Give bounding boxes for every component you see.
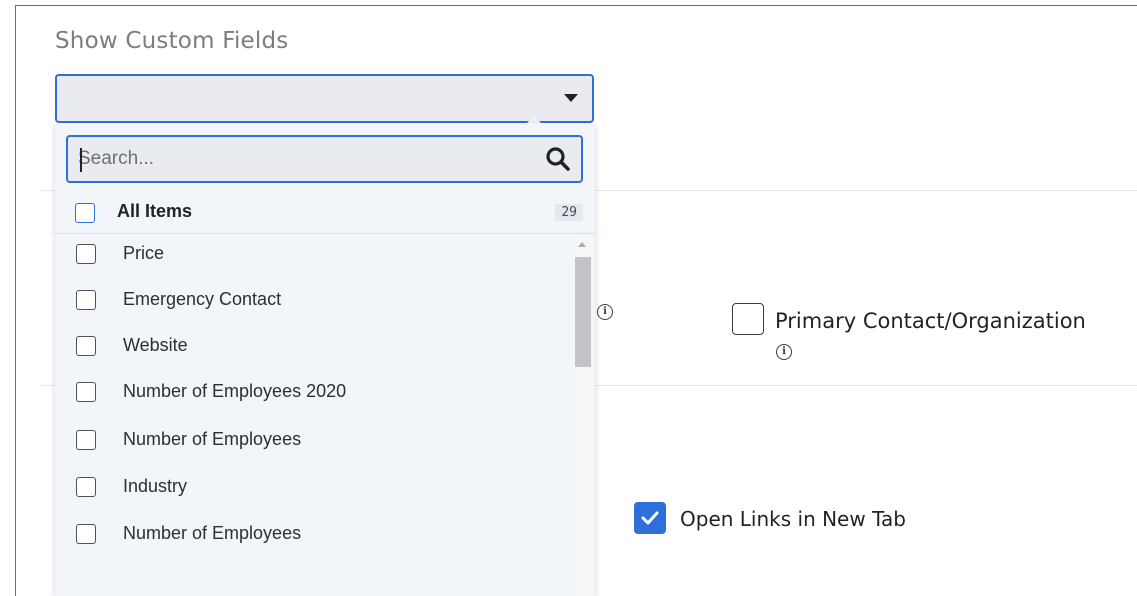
custom-fields-select[interactable]	[55, 74, 594, 123]
item-label: Number of Employees 2020	[123, 381, 347, 401]
item-checkbox[interactable]	[76, 336, 96, 356]
primary-contact-label: Primary Contact/Organization	[775, 309, 1086, 333]
primary-contact-checkbox[interactable]	[732, 303, 764, 335]
item-checkbox[interactable]	[76, 244, 96, 264]
check-icon	[641, 511, 659, 525]
info-icon[interactable]: i	[597, 304, 613, 320]
open-links-checkbox[interactable]	[634, 502, 666, 534]
scrollbar-thumb[interactable]	[575, 257, 591, 367]
list-scrollbar[interactable]	[571, 235, 595, 596]
item-label: Number of Employees	[123, 523, 302, 543]
dropdown-search[interactable]	[66, 135, 583, 183]
list-item[interactable]: Number of Employees 2020	[55, 373, 571, 419]
item-label: Website	[123, 335, 188, 355]
all-items-label: All Items	[117, 201, 193, 221]
list-item[interactable]: Industry	[55, 468, 571, 514]
show-custom-fields-label: Show Custom Fields	[55, 28, 289, 54]
list-item[interactable]: Number of Employees	[55, 515, 571, 561]
item-label: Price	[123, 243, 165, 263]
list-item[interactable]: Price	[55, 235, 571, 281]
item-checkbox[interactable]	[76, 477, 96, 497]
all-items-checkbox[interactable]	[75, 203, 95, 223]
field-options-list: Price Emergency Contact Website Number o…	[55, 235, 571, 596]
count-badge: 29	[555, 204, 583, 221]
item-label: Emergency Contact	[123, 289, 282, 309]
panel-frame: Show Custom Fields i Primary Contact/Org…	[15, 5, 1137, 596]
item-checkbox[interactable]	[76, 430, 96, 450]
text-cursor	[80, 148, 82, 172]
item-checkbox[interactable]	[76, 524, 96, 544]
custom-fields-dropdown: All Items 29 Price Emergency Contact Web…	[55, 123, 595, 596]
list-item[interactable]: Emergency Contact	[55, 281, 571, 327]
open-links-label: Open Links in New Tab	[680, 507, 906, 531]
item-label: Industry	[123, 476, 188, 496]
info-icon[interactable]: i	[776, 344, 792, 360]
scroll-up-arrow-icon[interactable]	[578, 242, 586, 247]
item-label: Number of Employees	[123, 429, 302, 449]
list-item[interactable]: Website	[55, 327, 571, 373]
caret-down-icon[interactable]	[564, 94, 578, 102]
item-checkbox[interactable]	[76, 382, 96, 402]
list-item[interactable]: Number of Employees	[55, 421, 571, 467]
search-input[interactable]	[78, 145, 518, 173]
all-items-row[interactable]: All Items 29	[55, 192, 595, 234]
search-icon[interactable]	[545, 146, 571, 172]
item-checkbox[interactable]	[76, 290, 96, 310]
